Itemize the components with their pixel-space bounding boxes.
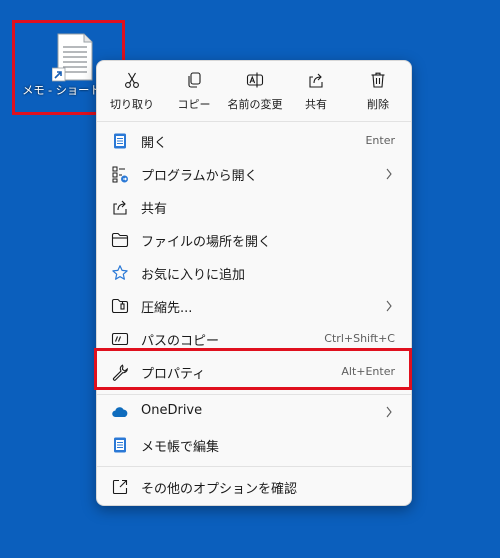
menu-toolbar: 切り取り コピー 名前の変更 共有 削除 xyxy=(97,61,411,121)
open-label: 開く xyxy=(141,136,168,151)
compress-label: 圧縮先... xyxy=(141,301,193,316)
copy-path-icon xyxy=(111,332,129,346)
zip-folder-icon xyxy=(111,298,129,314)
rename-icon xyxy=(246,72,264,88)
menu-item-edit-notepad[interactable]: メモ帳で編集 xyxy=(97,429,411,461)
trash-icon xyxy=(371,72,385,88)
notepad-icon xyxy=(114,437,126,453)
copy-path-shortcut: Ctrl+Shift+C xyxy=(324,332,395,345)
edit-notepad-label: メモ帳で編集 xyxy=(141,440,220,455)
rename-label: 名前の変更 xyxy=(227,98,283,111)
menu-item-add-favorite[interactable]: お気に入りに追加 xyxy=(97,257,411,289)
properties-highlight-box xyxy=(94,348,412,390)
chevron-right-icon xyxy=(386,168,392,180)
open-shortcut: Enter xyxy=(365,134,395,147)
more-options-icon xyxy=(112,479,128,495)
share-icon xyxy=(113,200,127,215)
menu-item-onedrive[interactable]: OneDrive xyxy=(97,396,411,428)
cut-button[interactable]: 切り取り xyxy=(101,67,163,117)
menu-item-open-location[interactable]: ファイルの場所を開く xyxy=(97,224,411,256)
copy-icon xyxy=(188,72,201,88)
menu-item-open[interactable]: 開く Enter xyxy=(97,125,411,157)
star-icon xyxy=(112,265,128,280)
onedrive-cloud-icon xyxy=(112,407,128,418)
menu-item-compress[interactable]: 圧縮先... xyxy=(97,290,411,322)
share-toolbar-button[interactable]: 共有 xyxy=(285,67,347,117)
notepad-icon xyxy=(114,133,126,149)
menu-item-share[interactable]: 共有 xyxy=(97,191,411,223)
menu-divider xyxy=(97,466,411,467)
copy-path-label: パスのコピー xyxy=(141,334,220,349)
copy-button[interactable]: コピー xyxy=(163,67,225,117)
delete-button[interactable]: 削除 xyxy=(347,67,409,117)
delete-label: 削除 xyxy=(367,98,389,111)
onedrive-label: OneDrive xyxy=(141,403,203,418)
chevron-right-icon xyxy=(386,406,392,418)
context-menu: 切り取り コピー 名前の変更 共有 削除 開く Enter プログラムから開く … xyxy=(96,60,412,506)
scissors-icon xyxy=(125,72,139,88)
rename-button[interactable]: 名前の変更 xyxy=(224,67,286,117)
chevron-right-icon xyxy=(386,300,392,312)
open-with-label: プログラムから開く xyxy=(141,169,258,184)
folder-icon xyxy=(111,232,129,248)
open-with-icon xyxy=(112,166,128,183)
add-favorite-label: お気に入りに追加 xyxy=(141,268,246,283)
menu-divider xyxy=(97,394,411,395)
cut-label: 切り取り xyxy=(110,98,154,111)
open-location-label: ファイルの場所を開く xyxy=(141,235,272,250)
share-label: 共有 xyxy=(141,202,168,217)
menu-divider xyxy=(97,121,411,122)
copy-label: コピー xyxy=(177,98,211,111)
menu-item-open-with[interactable]: プログラムから開く xyxy=(97,158,411,190)
share-icon xyxy=(309,73,323,88)
more-options-label: その他のオプションを確認 xyxy=(141,482,298,497)
menu-item-more-options[interactable]: その他のオプションを確認 xyxy=(97,471,411,503)
share-toolbar-label: 共有 xyxy=(305,98,327,111)
